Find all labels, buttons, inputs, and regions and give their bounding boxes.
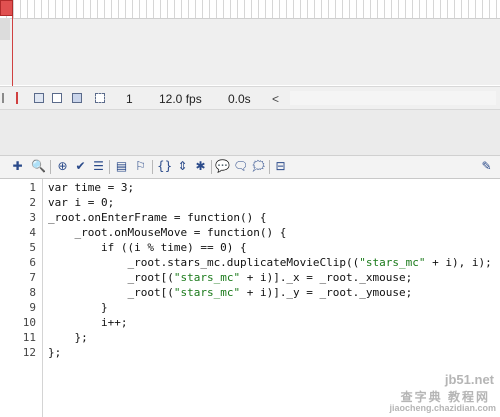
- string-literal: "stars_mc": [173, 286, 241, 299]
- add-statement-icon[interactable]: ✚: [10, 159, 25, 174]
- line-number: 11: [22, 331, 36, 344]
- line-number: 7: [29, 271, 36, 284]
- apply-block-comment-icon[interactable]: 💬: [215, 159, 230, 174]
- line-number: 4: [29, 226, 36, 239]
- remove-comment-icon[interactable]: 🗯: [251, 159, 266, 174]
- playhead-line: [12, 16, 13, 86]
- code-hint-icon[interactable]: ▤: [114, 159, 129, 174]
- toolbar-separator: [152, 160, 153, 174]
- collapse-selection-icon[interactable]: ⇕: [175, 159, 190, 174]
- elapsed-time: 0.0s: [228, 92, 251, 106]
- auto-format-icon[interactable]: ☰: [91, 159, 106, 174]
- line-number: 1: [29, 181, 36, 194]
- line-number: 9: [29, 301, 36, 314]
- code-line[interactable]: if ((i % time) == 0) {: [48, 240, 247, 255]
- code-token: + i)]._x = _root._xmouse;: [240, 271, 413, 284]
- code-line[interactable]: i++;: [48, 315, 128, 330]
- toolbar-separator: [50, 160, 51, 174]
- code-token: _root[(: [48, 271, 174, 284]
- edit-multiple-frames-icon[interactable]: [72, 93, 82, 103]
- frame-ruler[interactable]: [0, 0, 500, 19]
- code-line[interactable]: };: [48, 330, 87, 345]
- line-number: 2: [29, 196, 36, 209]
- collapse-between-braces-icon[interactable]: {}: [157, 159, 172, 174]
- playhead-handle[interactable]: [0, 0, 13, 16]
- code-token: _root[(: [48, 286, 174, 299]
- watermark-site: jb51.net: [444, 372, 494, 387]
- string-literal: "stars_mc": [359, 256, 426, 269]
- script-assist-icon[interactable]: ✎: [479, 159, 494, 174]
- center-frame-icon[interactable]: [16, 92, 18, 104]
- target-path-icon[interactable]: ⊕: [55, 159, 70, 174]
- line-number: 5: [29, 241, 36, 254]
- show-hide-toolbox-icon[interactable]: ⊟: [273, 159, 288, 174]
- toolbar-separator: [109, 160, 110, 174]
- code-line[interactable]: _root.onMouseMove = function() {: [48, 225, 286, 240]
- string-literal: "stars_mc": [173, 271, 241, 284]
- watermark: jb51.net 查字典 教程网 jiaocheng.chazidian.com: [360, 370, 500, 417]
- toolbar-separator: [269, 160, 270, 174]
- timeline-scrollbar[interactable]: [290, 91, 496, 105]
- code-line[interactable]: var time = 3;: [48, 180, 134, 195]
- toolbar-separator: [211, 160, 212, 174]
- code-line[interactable]: _root[("stars_mc" + i)]._x = _root._xmou…: [48, 270, 412, 285]
- line-number: 3: [29, 211, 36, 224]
- scroll-left-icon[interactable]: <: [272, 92, 279, 106]
- line-number: 8: [29, 286, 36, 299]
- timeline-panel: [0, 0, 500, 86]
- find-icon[interactable]: 🔍: [31, 159, 46, 174]
- code-line[interactable]: };: [48, 345, 61, 360]
- apply-line-comment-icon[interactable]: 🗨: [233, 159, 248, 174]
- code-token: + i)]._y = _root._ymouse;: [240, 286, 413, 299]
- onion-skin-outlines-icon[interactable]: [52, 93, 62, 103]
- onion-skin-icon[interactable]: [34, 93, 44, 103]
- line-number: 6: [29, 256, 36, 269]
- frame-rate[interactable]: 12.0 fps: [159, 92, 202, 106]
- code-line[interactable]: var i = 0;: [48, 195, 114, 210]
- modify-markers-icon[interactable]: [95, 93, 105, 103]
- actions-toolbar: ✚ 🔍 ⊕ ✔ ☰ ▤ ⚐ {} ⇕ ✱ 💬 🗨 🗯 ⊟ ✎: [0, 155, 500, 179]
- grip-icon: [2, 93, 4, 103]
- code-line[interactable]: _root[("stars_mc" + i)]._y = _root._ymou…: [48, 285, 412, 300]
- code-line[interactable]: }: [48, 300, 108, 315]
- debug-options-icon[interactable]: ⚐: [133, 159, 148, 174]
- check-syntax-icon[interactable]: ✔: [73, 159, 88, 174]
- line-number-gutter: 1 2 3 4 5 6 7 8 9 10 11 12: [0, 179, 43, 417]
- layer-column: [0, 18, 10, 40]
- timeline-status-bar: 1 12.0 fps 0.0s <: [0, 86, 500, 110]
- expand-all-icon[interactable]: ✱: [193, 159, 208, 174]
- current-frame: 1: [126, 92, 133, 106]
- panel-divider-area: [0, 110, 500, 155]
- code-token: + i), i);: [425, 256, 492, 269]
- watermark-domain: jiaocheng.chazidian.com: [389, 403, 496, 413]
- code-line[interactable]: _root.onEnterFrame = function() {: [48, 210, 267, 225]
- code-line[interactable]: _root.stars_mc.duplicateMovieClip(("star…: [48, 255, 492, 270]
- line-number: 10: [22, 316, 36, 329]
- code-token: _root.stars_mc.duplicateMovieClip((: [48, 256, 360, 269]
- line-number: 12: [22, 346, 36, 359]
